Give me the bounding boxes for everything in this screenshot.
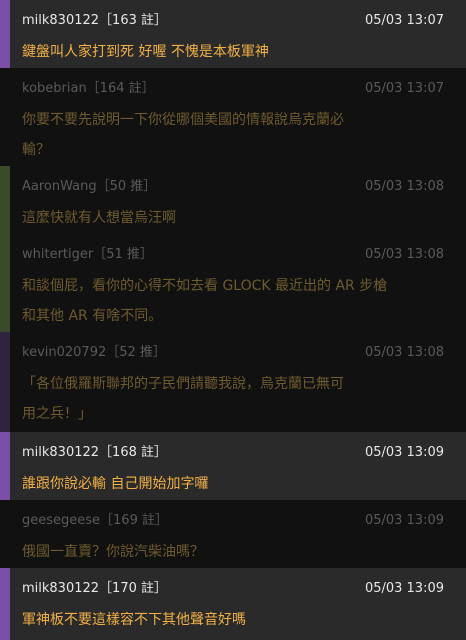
comment-header: geesegeese［169 註］ 05/03 13:09 <box>22 512 444 530</box>
comment-line: 用之兵！」 <box>22 406 92 422</box>
comment-line: 俄國一直賣？你說汽柴油嗎？ <box>22 544 204 560</box>
comment-item[interactable]: AaronWang［50 推］ 05/03 13:08 這麼快就有人想當烏汪啊 <box>0 166 466 234</box>
comment-line: 「各位俄羅斯聯邦的子民們請聽我說，烏克蘭已無可 <box>22 376 344 392</box>
comment-line: 誰跟你說必輸 自己開始加字囉 <box>22 476 209 492</box>
comment-item[interactable]: milk830122［168 註］ 05/03 13:09 誰跟你說必輸 自己開… <box>0 432 466 500</box>
comment-line: 和談個屁，看你的心得不如去看 GLOCK 最近出的 AR 步槍 <box>22 278 388 294</box>
comment-list: milk830122［163 註］ 05/03 13:07 鍵盤叫人家打到死 好… <box>0 0 466 640</box>
comment-date: 05/03 13:08 <box>364 345 444 360</box>
comment-text: 「各位俄羅斯聯邦的子民們請聽我說，烏克蘭已無可 用之兵！」 <box>22 369 440 429</box>
comment-item[interactable]: geesegeese［169 註］ 05/03 13:09 俄國一直賣？你說汽柴… <box>0 500 466 568</box>
comment-text: 軍神板不要這樣容不下其他聲音好嗎 <box>22 605 440 635</box>
comment-header: kobebrian［164 註］ 05/03 13:07 <box>22 80 444 98</box>
comment-author[interactable]: kobebrian［164 註］ <box>22 80 155 98</box>
comment-text: 誰跟你說必輸 自己開始加字囉 <box>22 469 440 499</box>
comment-header: milk830122［170 註］ 05/03 13:09 <box>22 580 444 598</box>
comment-line: 這麼快就有人想當烏汪啊 <box>22 210 176 226</box>
comment-date: 05/03 13:08 <box>364 247 444 262</box>
comment-line: 和其他 AR 有啥不同。 <box>22 308 163 324</box>
comment-line: 輸？ <box>22 142 50 158</box>
comment-date: 05/03 13:07 <box>364 81 444 96</box>
comment-author[interactable]: kevin020792［52 推］ <box>22 344 166 362</box>
comment-item[interactable]: kobebrian［164 註］ 05/03 13:07 你要不要先說明一下你從… <box>0 68 466 166</box>
comment-text: 鍵盤叫人家打到死 好喔 不愧是本板軍神 <box>22 37 440 67</box>
comment-header: AaronWang［50 推］ 05/03 13:08 <box>22 178 444 196</box>
comment-author[interactable]: milk830122［168 註］ <box>22 444 167 462</box>
comment-item[interactable]: milk830122［163 註］ 05/03 13:07 鍵盤叫人家打到死 好… <box>0 0 466 68</box>
comment-header: whitertiger［51 推］ 05/03 13:08 <box>22 246 444 264</box>
comment-item[interactable]: kevin020792［52 推］ 05/03 13:08 「各位俄羅斯聯邦的子… <box>0 332 466 432</box>
comment-author[interactable]: milk830122［170 註］ <box>22 580 167 598</box>
comment-line: 軍神板不要這樣容不下其他聲音好嗎 <box>22 612 246 628</box>
comment-text: 這麼快就有人想當烏汪啊 <box>22 203 440 233</box>
comment-date: 05/03 13:09 <box>364 581 444 596</box>
comment-line: 鍵盤叫人家打到死 好喔 不愧是本板軍神 <box>22 44 269 60</box>
comment-author[interactable]: milk830122［163 註］ <box>22 12 167 30</box>
comment-date: 05/03 13:09 <box>364 513 444 528</box>
comment-date: 05/03 13:09 <box>364 445 444 460</box>
comment-header: kevin020792［52 推］ 05/03 13:08 <box>22 344 444 362</box>
comment-author[interactable]: geesegeese［169 註］ <box>22 512 168 530</box>
comment-text: 你要不要先說明一下你從哪個美國的情報說烏克蘭必 輸？ <box>22 105 440 165</box>
comment-header: milk830122［163 註］ 05/03 13:07 <box>22 12 444 30</box>
comment-text: 和談個屁，看你的心得不如去看 GLOCK 最近出的 AR 步槍 和其他 AR 有… <box>22 271 440 331</box>
comment-header: milk830122［168 註］ 05/03 13:09 <box>22 444 444 462</box>
comment-author[interactable]: AaronWang［50 推］ <box>22 178 156 196</box>
comment-item[interactable]: milk830122［170 註］ 05/03 13:09 軍神板不要這樣容不下… <box>0 568 466 640</box>
comment-date: 05/03 13:07 <box>364 13 444 28</box>
comment-author[interactable]: whitertiger［51 推］ <box>22 246 153 264</box>
comment-item[interactable]: whitertiger［51 推］ 05/03 13:08 和談個屁，看你的心得… <box>0 234 466 332</box>
comment-text: 俄國一直賣？你說汽柴油嗎？ <box>22 537 440 567</box>
comment-line: 你要不要先說明一下你從哪個美國的情報說烏克蘭必 <box>22 112 344 128</box>
comment-date: 05/03 13:08 <box>364 179 444 194</box>
